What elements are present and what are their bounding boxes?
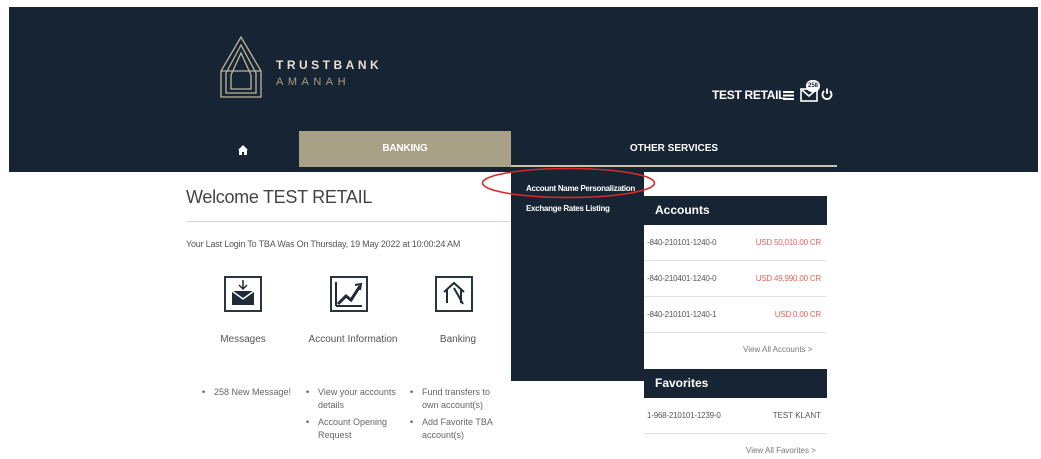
account-number[interactable]: -840-210101-1240-0 [647,238,717,247]
account-number[interactable]: -840-210401-1240-0 [647,274,717,283]
tile-label-messages[interactable]: Messages [183,334,303,345]
table-row[interactable]: -840-210401-1240-0 USD 49,990.00 CR [644,261,827,297]
brand-subname: AMANAH [276,76,351,88]
trustbank-logo-icon[interactable] [218,35,264,99]
brand-name: TRUSTBANK [276,58,383,72]
account-balance: USD 0.00 CR [774,310,821,319]
table-row[interactable]: 1-968-210101-1239-0 TEST KLANT [644,398,827,434]
banking-bullets: Fund transfers to own account(s) Add Fav… [410,386,500,446]
list-item[interactable]: View your accounts details [306,386,396,412]
nav-tab-other-services[interactable]: OTHER SERVICES [511,131,837,167]
view-all-accounts-link[interactable]: View All Accounts > [743,345,812,354]
list-item[interactable]: 258 New Message! [202,386,302,399]
account-chart-icon[interactable] [330,276,368,312]
view-all-favorites-link[interactable]: View All Favorites > [746,446,816,455]
hamburger-menu-icon[interactable] [783,91,794,100]
nav-tab-banking[interactable]: BANKING [299,131,511,167]
account-number[interactable]: -840-210101-1240-1 [647,310,717,319]
mail-count-badge: 258 [806,80,820,92]
list-item[interactable]: Add Favorite TBA account(s) [410,416,500,442]
account-balance: USD 49,990.00 CR [755,274,821,283]
banking-icon[interactable] [435,276,473,312]
list-item[interactable]: Account Opening Request [306,416,396,442]
table-row[interactable]: -840-210101-1240-1 USD 0.00 CR [644,297,827,333]
messages-icon[interactable] [224,276,262,312]
user-name[interactable]: TEST RETAIL [712,88,785,102]
tile-label-banking[interactable]: Banking [398,334,518,345]
list-item[interactable]: Fund transfers to own account(s) [410,386,500,412]
table-row[interactable]: -840-210101-1240-0 USD 50,010.00 CR [644,225,827,261]
welcome-title: Welcome TEST RETAIL [186,187,373,207]
favorite-account-number[interactable]: 1-968-210101-1239-0 [647,411,721,420]
account-info-bullets: View your accounts details Account Openi… [306,386,396,446]
power-icon[interactable] [821,88,833,100]
tile-label-account-information[interactable]: Account Information [293,334,413,345]
accounts-panel-title: Accounts [644,196,827,225]
menu-item-exchange-rates-listing[interactable]: Exchange Rates Listing [526,204,610,213]
home-icon[interactable] [233,140,253,160]
highlight-annotation [481,167,656,199]
messages-bullets: 258 New Message! [202,386,302,403]
favorites-panel-title: Favorites [644,369,827,398]
last-login-text: Your Last Login To TBA Was On Thursday, … [186,239,461,249]
account-balance: USD 50,010.00 CR [755,238,821,247]
welcome-divider [186,221,510,222]
favorite-account-name: TEST KLANT [772,411,821,420]
